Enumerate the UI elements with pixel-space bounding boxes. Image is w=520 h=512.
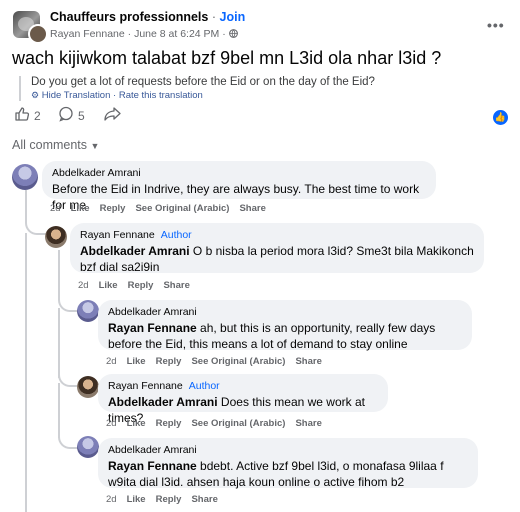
like-button[interactable]: 2 [14,106,41,125]
gear-icon: ⚙ [31,90,40,100]
comment-sort-dropdown[interactable]: All comments ▼ [12,138,99,152]
like-count: 2 [34,108,41,123]
mention-link[interactable]: Abdelkader Amrani [108,395,218,409]
avatar[interactable] [77,376,99,398]
separator: · [127,28,132,40]
comment-bubble: Abdelkader Amrani Rayan Fennane bdebt. A… [98,438,478,490]
author-badge: Author [160,229,192,241]
comment-button[interactable]: 5 [58,106,85,125]
post-meta: Rayan Fennane · June 8 at 6:24 PM · [50,28,238,40]
comment-text-container: Abdelkader Amrani O b nisba la period mo… [80,243,474,275]
separator: · [113,90,117,101]
comment-author[interactable]: Rayan Fennane [80,229,155,241]
reply-link[interactable]: Reply [156,494,182,505]
share-link[interactable]: Share [295,356,321,367]
comment-actions: 2d Like Reply See Original (Arabic) Shar… [106,356,322,367]
thread-line [58,250,60,300]
see-original-link[interactable]: See Original (Arabic) [191,356,285,367]
comment-author[interactable]: Rayan Fennane [108,380,183,392]
thread-line [25,233,27,512]
comment-actions: 2d Like Reply Share [106,494,218,505]
share-link[interactable]: Share [163,280,189,291]
comment-bubble: Abdelkader Amrani Before the Eid in Indr… [42,161,436,212]
avatar[interactable] [45,226,67,248]
group-name-line: Chauffeurs professionnels · Join [50,10,245,24]
mention-link[interactable]: Abdelkader Amrani [80,244,190,258]
more-options-icon[interactable]: ••• [487,17,505,33]
comment-author-line: Rayan Fennane Author [108,380,378,392]
rate-translation-link[interactable]: Rate this translation [119,90,203,101]
avatar[interactable] [12,164,38,190]
reply-link[interactable]: Reply [156,356,182,367]
like-link[interactable]: Like [127,494,146,505]
comment-actions: 2d Like Reply See Original (Arabic) Shar… [50,203,266,214]
chevron-down-icon: ▼ [90,141,100,151]
like-reaction-icon[interactable]: 👍 [493,110,508,125]
comment-author[interactable]: Abdelkader Amrani [108,444,468,456]
post-action-bar: 2 5 👍 [0,106,520,128]
comment-time[interactable]: 2d [106,356,117,367]
mention-link[interactable]: Rayan Fennane [108,321,197,335]
group-name-link[interactable]: Chauffeurs professionnels [50,10,208,24]
comment-count: 5 [78,108,85,123]
thread-connector [58,433,78,449]
share-link[interactable]: Share [295,418,321,429]
like-link[interactable]: Like [71,203,90,214]
comment-text-container: Rayan Fennane ah, but this is an opportu… [108,320,462,352]
comment-bubble: Rayan Fennane Author Abdelkader Amrani Do… [98,374,388,425]
comment-time[interactable]: 2d [78,280,89,291]
avatar[interactable] [77,436,99,458]
separator: · [211,10,217,24]
comment-author-line: Rayan Fennane Author [80,229,474,241]
see-original-link[interactable]: See Original (Arabic) [191,418,285,429]
share-arrow-icon [104,106,121,125]
comment-author[interactable]: Abdelkader Amrani [52,167,426,179]
thread-connector [58,372,78,387]
all-comments-label: All comments [12,138,88,152]
comment-time[interactable]: 2d [106,418,117,429]
thread-connector [58,296,78,312]
thread-line [58,383,60,438]
reply-link[interactable]: Reply [100,203,126,214]
author-badge: Author [188,380,220,392]
comment-time[interactable]: 2d [50,203,61,214]
hide-translation-link[interactable]: Hide Translation [42,90,111,101]
post-date-link[interactable]: June 8 at 6:24 PM [134,28,219,40]
join-link[interactable]: Join [220,10,246,24]
comment-bubble-icon [58,106,74,125]
comment-text-container: Rayan Fennane bdebt. Active bzf 9bel l3i… [108,458,468,490]
translation-box: Do you get a lot of requests before the … [19,76,411,101]
avatar[interactable] [77,300,99,322]
comment-time[interactable]: 2d [106,494,117,505]
share-link[interactable]: Share [239,203,265,214]
author-avatar[interactable] [28,24,48,44]
like-link[interactable]: Like [99,280,118,291]
like-link[interactable]: Like [127,418,146,429]
reply-link[interactable]: Reply [128,280,154,291]
comment-author[interactable]: Abdelkader Amrani [108,306,462,318]
share-link[interactable]: Share [191,494,217,505]
thumbs-up-icon [14,106,30,125]
translation-links: ⚙ Hide Translation · Rate this translati… [31,90,411,101]
see-original-link[interactable]: See Original (Arabic) [135,203,229,214]
post-header: Chauffeurs professionnels · Join Rayan F… [0,0,520,44]
comment-actions: 2d Like Reply See Original (Arabic) Shar… [106,418,322,429]
translation-text: Do you get a lot of requests before the … [31,76,375,88]
like-link[interactable]: Like [127,356,146,367]
share-button[interactable] [104,106,121,125]
mention-link[interactable]: Rayan Fennane [108,459,197,473]
separator: · [222,28,226,40]
post-author-link[interactable]: Rayan Fennane [50,28,125,40]
comment-actions: 2d Like Reply Share [78,280,190,291]
comment-bubble: Rayan Fennane Author Abdelkader Amrani O … [70,223,484,275]
thread-line [58,308,60,378]
post-title: wach kijiwkom talabat bzf 9bel mn L3id o… [12,48,442,68]
globe-icon [228,28,238,40]
reply-link[interactable]: Reply [156,418,182,429]
comment-bubble: Abdelkader Amrani Rayan Fennane ah, but … [98,300,472,352]
